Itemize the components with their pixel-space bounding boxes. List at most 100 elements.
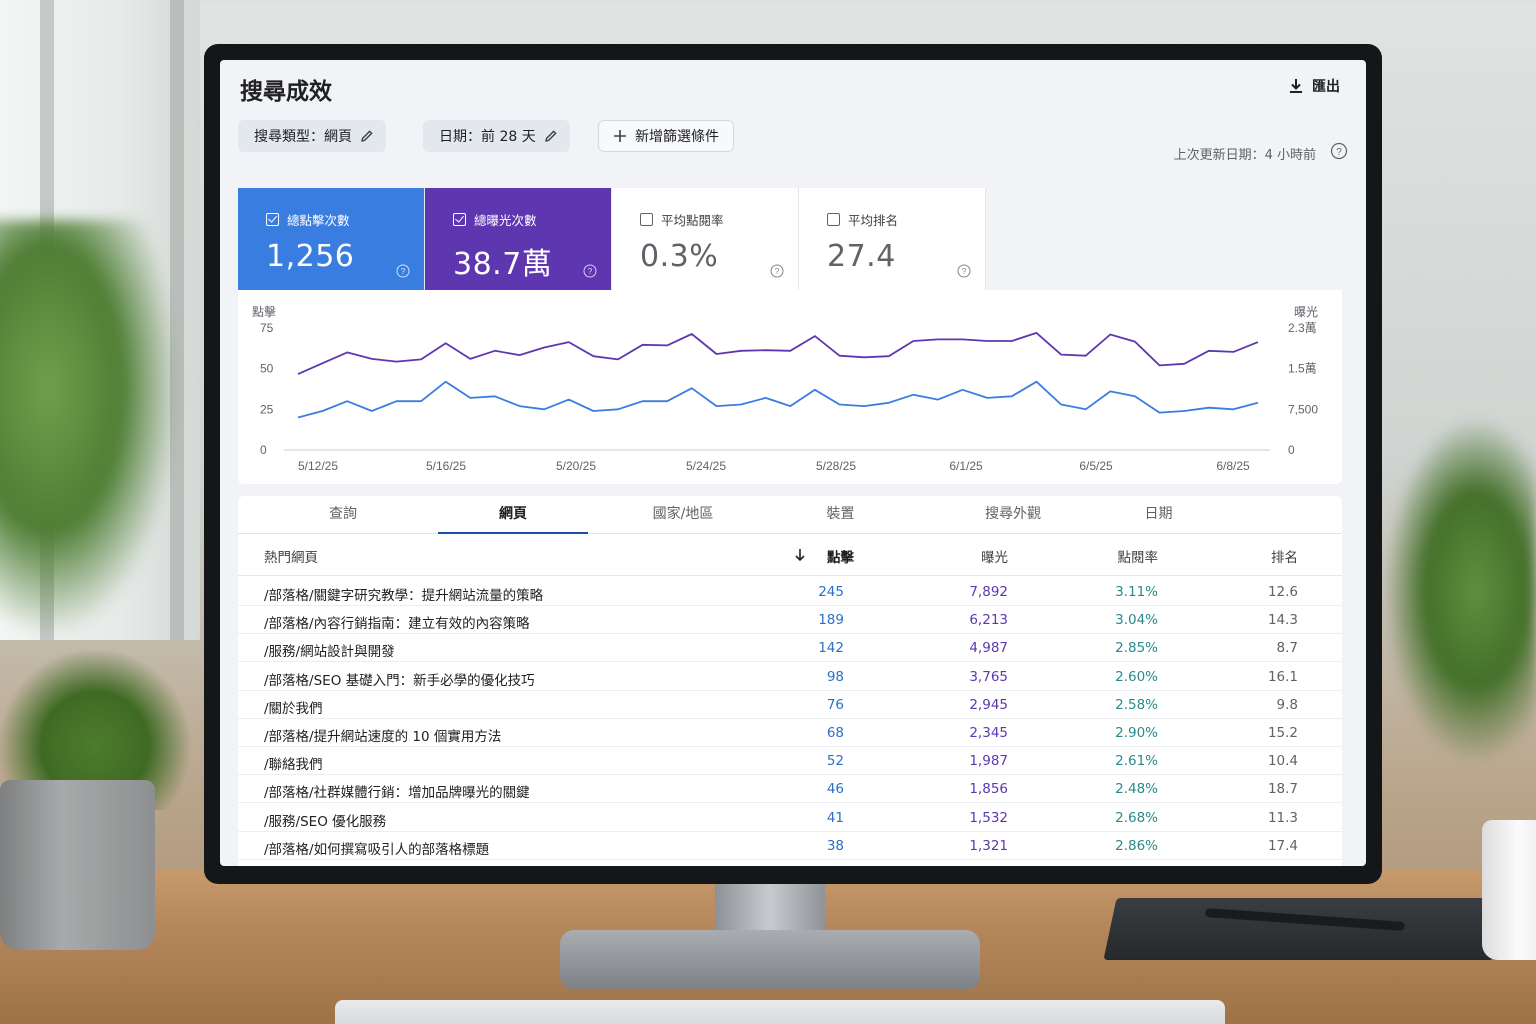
clicks-cell: 46 (826, 781, 844, 798)
svg-text:?: ? (962, 266, 967, 276)
checkbox-checked[interactable] (266, 213, 279, 226)
keyboard (335, 1000, 1225, 1024)
ctr-cell: 2.48% (1115, 781, 1158, 798)
metric-label: 總點擊次數 (287, 213, 350, 228)
help-circle-icon[interactable]: ? (583, 264, 597, 278)
checkbox-unchecked[interactable] (827, 213, 840, 226)
plant-pot (0, 780, 155, 950)
metric-cards: 總點擊次數 1,256 ? 總曝光次數 38.7萬 ? 平均點閱率 0.3% ?… (238, 188, 986, 290)
tab-5[interactable]: 日期 (1096, 496, 1221, 534)
clicks-cell: 189 (818, 612, 844, 629)
table-row[interactable]: /聯絡我們 52 1,987 2.61% 10.4 (238, 747, 1342, 776)
page-link[interactable]: /部落格/社群媒體行銷：增加品牌曝光的關鍵 (264, 781, 530, 801)
date-filter[interactable]: 日期：前 28 天 (423, 120, 570, 152)
impressions-cell: 1,987 (969, 753, 1008, 770)
left-tick-label: 75 (260, 321, 274, 335)
left-tick-label: 0 (260, 443, 267, 457)
page-link[interactable]: /部落格/如何撰寫吸引人的部落格標題 (264, 838, 489, 858)
table-row[interactable]: /部落格/關鍵字研究教學：提升網站流量的策略 245 7,892 3.11% 12.6 (238, 578, 1342, 606)
last-update-text: 上次更新日期：4 小時前 (1173, 148, 1316, 163)
x-tick-label: 5/12/25 (298, 459, 338, 473)
impressions-series-line (297, 332, 1259, 375)
clicks-series-line (297, 380, 1259, 419)
help-circle-icon[interactable]: ? (770, 264, 784, 278)
right-tick-label: 1.5萬 (1288, 362, 1317, 376)
impressions-cell: 1,532 (969, 809, 1008, 826)
page-link[interactable]: /部落格/SEO 基礎入門：新手必學的優化技巧 (264, 669, 535, 689)
help-circle-icon[interactable]: ? (1330, 142, 1348, 160)
page-link[interactable]: /部落格/提升網站速度的 10 個實用方法 (264, 725, 501, 745)
ctr-cell: 3.04% (1115, 612, 1158, 629)
page-link[interactable]: /聯絡我們 (264, 753, 323, 773)
screen: 搜尋成效 匯出 搜尋類型：網頁 日期：前 28 天 新增篩選條件 上次更新日期：… (220, 60, 1366, 866)
x-tick-label: 5/28/25 (816, 459, 856, 473)
tab-0[interactable]: 查詢 (298, 496, 388, 534)
metric-card-position[interactable]: 平均排名 27.4 ? (799, 188, 986, 290)
position-cell: 11.3 (1267, 809, 1298, 826)
ctr-cell: 2.61% (1115, 753, 1158, 770)
table-row[interactable]: /服務/SEO 優化服務 41 1,532 2.68% 11.3 (238, 804, 1342, 832)
table-row[interactable]: /部落格/提升網站速度的 10 個實用方法 68 2,345 2.90% 15.2 (238, 719, 1342, 747)
table-row[interactable]: /部落格/SEO 基礎入門：新手必學的優化技巧 98 3,765 2.60% 16.1 (238, 663, 1342, 691)
pencil-icon (544, 130, 557, 142)
position-cell: 14.3 (1267, 612, 1298, 629)
coffee-mug (1482, 820, 1536, 960)
ctr-cell: 2.86% (1115, 837, 1158, 854)
page-link[interactable]: /服務/網站設計與開發 (264, 640, 395, 660)
column-header-position[interactable]: 排名 (1271, 546, 1298, 566)
impressions-cell: 1,856 (969, 781, 1008, 798)
table-row[interactable]: /部落格/如何撰寫吸引人的部落格標題 38 1,321 2.86% 17.4 (238, 832, 1342, 860)
position-cell: 8.7 (1276, 640, 1298, 657)
add-filter-label: 新增篩選條件 (635, 129, 719, 145)
position-cell: 10.4 (1267, 753, 1298, 770)
column-header-page[interactable]: 熱門網頁 (264, 546, 318, 566)
help-circle-icon[interactable]: ? (396, 264, 410, 278)
page-link[interactable]: /部落格/內容行銷指南：建立有效的內容策略 (264, 612, 530, 632)
impressions-cell: 2,945 (969, 696, 1008, 713)
search-type-filter[interactable]: 搜尋類型：網頁 (238, 120, 386, 152)
table-row[interactable]: /關於我們 76 2,945 2.58% 9.8 (238, 691, 1342, 719)
column-header-ctr[interactable]: 點閱率 (1118, 546, 1159, 566)
table-row[interactable]: /部落格/社群媒體行銷：增加品牌曝光的關鍵 46 1,856 2.48% 18.7 (238, 775, 1342, 804)
clicks-cell: 76 (826, 696, 844, 713)
impressions-cell: 1,321 (969, 837, 1008, 854)
x-tick-label: 6/8/25 (1216, 459, 1250, 473)
page-link[interactable]: /關於我們 (264, 697, 323, 717)
left-tick-label: 25 (260, 402, 274, 416)
performance-chart: 點擊 曝光 75 2.3萬 50 1.5萬 25 7,500 0 0 5/12/25 5/16/25 5… (238, 290, 1342, 484)
impressions-cell: 6,213 (969, 612, 1008, 629)
metric-card-clicks[interactable]: 總點擊次數 1,256 ? (238, 188, 425, 290)
x-tick-label: 5/20/25 (556, 459, 596, 473)
help-circle-icon[interactable]: ? (957, 264, 971, 278)
metric-card-impressions[interactable]: 總曝光次數 38.7萬 ? (425, 188, 612, 290)
metric-card-ctr[interactable]: 平均點閱率 0.3% ? (612, 188, 799, 290)
column-header-clicks[interactable]: 點擊 (827, 546, 854, 566)
dimension-tabs: 查詢 網頁 國家/地區 裝置 搜尋外觀 日期 (238, 496, 1342, 534)
column-header-impressions[interactable]: 曝光 (981, 546, 1008, 566)
tab-3[interactable]: 裝置 (783, 496, 898, 534)
page-link[interactable]: /服務/SEO 優化服務 (264, 810, 386, 830)
header: 搜尋成效 匯出 (220, 60, 1366, 116)
clicks-cell: 98 (826, 668, 844, 685)
table-row[interactable]: /部落格/內容行銷指南：建立有效的內容策略 189 6,213 3.04% 14.3 (238, 606, 1342, 635)
position-cell: 17.4 (1267, 837, 1298, 854)
checkbox-checked[interactable] (453, 213, 466, 226)
checkbox-unchecked[interactable] (640, 213, 653, 226)
page-link[interactable]: /部落格/關鍵字研究教學：提升網站流量的策略 (264, 584, 543, 604)
tab-2[interactable]: 國家/地區 (608, 496, 758, 534)
export-label: 匯出 (1312, 79, 1340, 95)
clicks-cell: 68 (826, 725, 844, 741)
clicks-cell: 245 (818, 584, 844, 600)
monitor: 搜尋成效 匯出 搜尋類型：網頁 日期：前 28 天 新增篩選條件 上次更新日期：… (204, 44, 1382, 884)
right-axis-label: 曝光 (1294, 305, 1318, 319)
table-row[interactable]: /服務/網站設計與開發 142 4,987 2.85% 8.7 (238, 634, 1342, 663)
metric-label: 平均排名 (848, 213, 899, 228)
x-tick-label: 6/5/25 (1079, 459, 1113, 473)
tab-1[interactable]: 網頁 (438, 496, 588, 534)
clicks-cell: 41 (826, 809, 844, 826)
add-filter-button[interactable]: 新增篩選條件 (598, 120, 734, 152)
table-header: 熱門網頁 點擊 曝光 點閱率 排名 (238, 534, 1342, 576)
export-button[interactable]: 匯出 (1288, 76, 1340, 96)
tab-4[interactable]: 搜尋外觀 (938, 496, 1088, 534)
arrow-down-icon[interactable] (794, 548, 806, 562)
